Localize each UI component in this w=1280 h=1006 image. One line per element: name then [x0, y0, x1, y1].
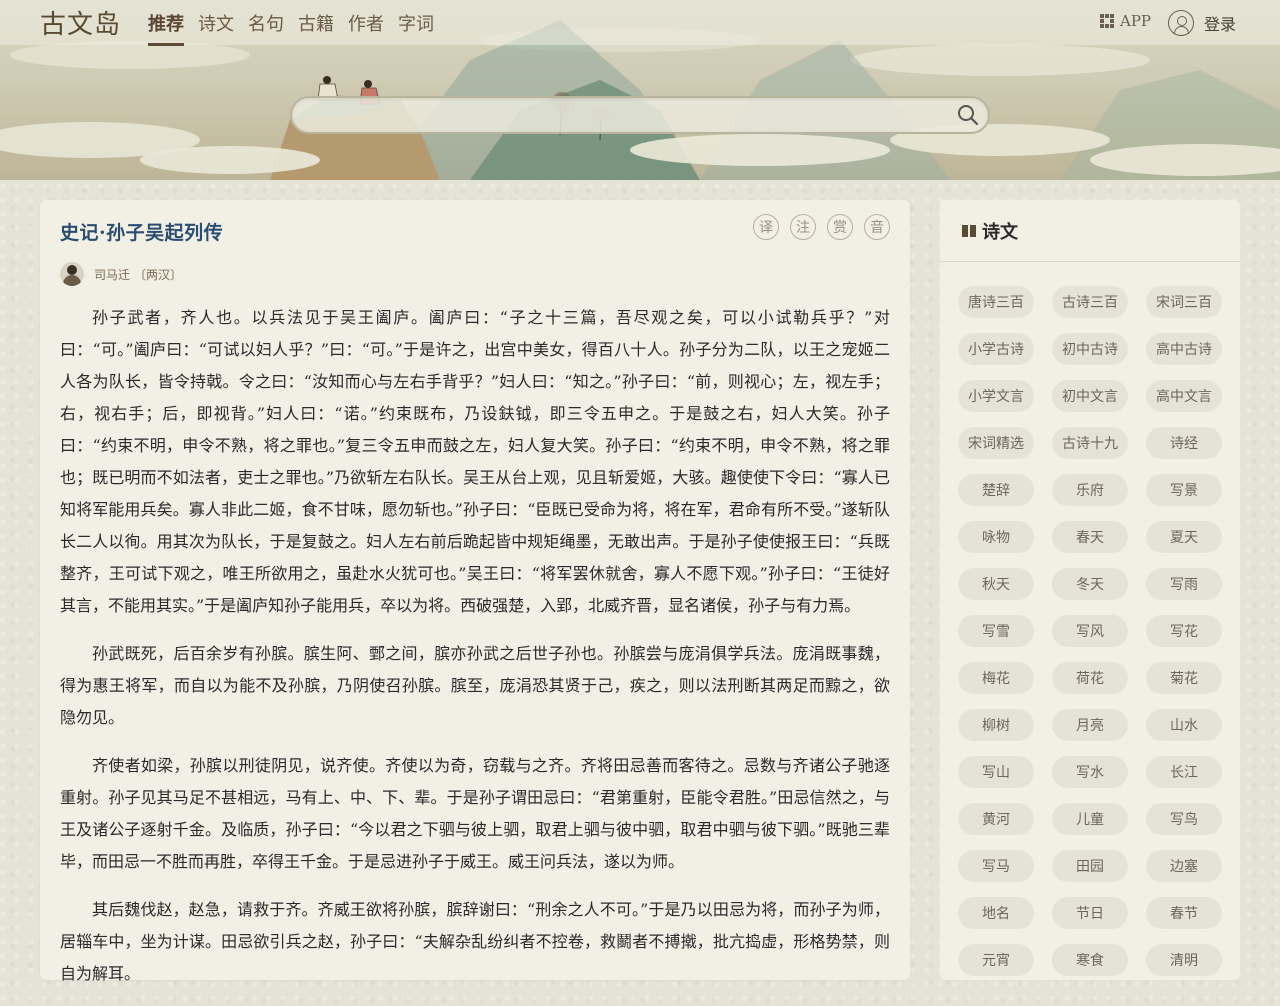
category-tag[interactable]: 古诗三百 — [1052, 286, 1128, 318]
category-tag[interactable]: 冬天 — [1052, 568, 1128, 600]
user-icon — [1168, 10, 1194, 36]
category-tag[interactable]: 长江 — [1146, 756, 1222, 788]
category-tag[interactable]: 春节 — [1146, 897, 1222, 929]
category-tag[interactable]: 高中古诗 — [1146, 333, 1222, 365]
category-tag[interactable]: 写雨 — [1146, 568, 1222, 600]
nav-recommend[interactable]: 推荐 — [148, 10, 184, 46]
article-tools: 译 注 赏 音 — [753, 214, 890, 240]
nav-authors[interactable]: 作者 — [348, 10, 384, 44]
category-tag[interactable]: 宋词精选 — [958, 427, 1034, 459]
category-tag[interactable]: 写鸟 — [1146, 803, 1222, 835]
category-tag[interactable]: 写花 — [1146, 615, 1222, 647]
category-tag[interactable]: 小学古诗 — [958, 333, 1034, 365]
category-tag[interactable]: 古诗十九 — [1052, 427, 1128, 459]
sidebar-title: 诗文 — [982, 221, 1018, 243]
category-tag[interactable]: 节日 — [1052, 897, 1128, 929]
nav-famous-lines[interactable]: 名句 — [248, 10, 284, 44]
nav-ancient-books[interactable]: 古籍 — [298, 10, 334, 44]
category-tag[interactable]: 楚辞 — [958, 474, 1034, 506]
category-tag[interactable]: 宋词三百 — [1146, 286, 1222, 318]
article-title[interactable]: 史记·孙子吴起列传 — [60, 218, 223, 245]
category-tag[interactable]: 柳树 — [958, 709, 1034, 741]
article-paragraph: 齐使者如梁，孙膑以刑徒阴见，说齐使。齐使以为奇，窃载与之齐。齐将田忌善而客待之。… — [60, 756, 890, 871]
search-bar — [290, 96, 990, 134]
author-info: 司马迁 〔两汉〕 — [94, 266, 182, 283]
header-banner: 古文岛 推荐 诗文 名句 古籍 作者 字词 APP 登录 — [0, 0, 1280, 180]
category-tag[interactable]: 元宵 — [958, 944, 1034, 976]
author-dynasty[interactable]: 〔两汉〕 — [134, 268, 182, 282]
category-tag[interactable]: 清明 — [1146, 944, 1222, 976]
category-tag[interactable]: 菊花 — [1146, 662, 1222, 694]
author-line: 司马迁 〔两汉〕 — [60, 262, 182, 286]
category-tag[interactable]: 田园 — [1052, 850, 1128, 882]
article-card: 史记·孙子吴起列传 译 注 赏 音 司马迁 〔两汉〕 孙子武者，齐人也。以兵法见于… — [40, 200, 910, 983]
login-label: 登录 — [1204, 15, 1237, 34]
article-paragraph: 孙子武者，齐人也。以兵法见于吴王阖庐。阖庐曰：“子之十三篇，吾尽观之矣，可以小试… — [60, 308, 890, 615]
annotate-button[interactable]: 注 — [790, 214, 816, 240]
site-logo[interactable]: 古文岛 — [40, 4, 121, 41]
article-paragraph: 其后魏伐赵，赵急，请救于齐。齐威王欲将孙膑，膑辞谢曰：“刑余之人不可。”于是乃以… — [60, 900, 890, 983]
category-tag[interactable]: 春天 — [1052, 521, 1128, 553]
category-tag[interactable]: 边塞 — [1146, 850, 1222, 882]
book-icon — [962, 224, 976, 237]
category-tag[interactable]: 诗经 — [1146, 427, 1222, 459]
category-tag[interactable]: 黄河 — [958, 803, 1034, 835]
category-tag[interactable]: 高中文言 — [1146, 380, 1222, 412]
sidebar-header: 诗文 — [940, 200, 1240, 262]
category-tag[interactable]: 初中古诗 — [1052, 333, 1128, 365]
category-tag[interactable]: 儿童 — [1052, 803, 1128, 835]
category-tag[interactable]: 乐府 — [1052, 474, 1128, 506]
category-tag[interactable]: 梅花 — [958, 662, 1034, 694]
category-tag[interactable]: 咏物 — [958, 521, 1034, 553]
category-tag[interactable]: 写雪 — [958, 615, 1034, 647]
translate-button[interactable]: 译 — [753, 214, 779, 240]
nav-dictionary[interactable]: 字词 — [398, 10, 434, 44]
category-tag[interactable]: 写马 — [958, 850, 1034, 882]
nav-poems[interactable]: 诗文 — [198, 10, 234, 44]
category-tag[interactable]: 夏天 — [1146, 521, 1222, 553]
sidebar-card: 诗文 唐诗三百 古诗三百 宋词三百小学古诗 初中古诗 高中古诗小学文言 初中文言 高中文言宋… — [940, 200, 1240, 980]
author-avatar[interactable] — [60, 262, 84, 286]
article-content: 孙子武者，齐人也。以兵法见于吴王阖庐。阖庐曰：“子之十三篇，吾尽观之矣，可以小试… — [60, 302, 890, 1006]
main-nav: 推荐 诗文 名句 古籍 作者 字词 — [148, 10, 434, 46]
category-tags: 唐诗三百 古诗三百 宋词三百小学古诗 初中古诗 高中古诗小学文言 初中文言 高中文言宋词精选… — [958, 286, 1228, 976]
app-download-link[interactable]: APP — [1100, 12, 1151, 30]
category-tag[interactable]: 唐诗三百 — [958, 286, 1034, 318]
category-tag[interactable]: 地名 — [958, 897, 1034, 929]
category-tag[interactable]: 寒食 — [1052, 944, 1128, 976]
article-paragraph: 孙武既死，后百余岁有孙膑。膑生阿、鄄之间，膑亦孙武之后世子孙也。孙膑尝与庞涓俱学… — [60, 644, 890, 727]
app-label: APP — [1120, 12, 1152, 30]
category-tag[interactable]: 月亮 — [1052, 709, 1128, 741]
audio-button[interactable]: 音 — [864, 214, 890, 240]
login-button[interactable]: 登录 — [1168, 10, 1236, 36]
category-tag[interactable]: 山水 — [1146, 709, 1222, 741]
appreciate-button[interactable]: 赏 — [827, 214, 853, 240]
search-icon[interactable] — [956, 103, 980, 127]
search-input[interactable] — [292, 98, 932, 132]
top-navbar: 古文岛 推荐 诗文 名句 古籍 作者 字词 APP 登录 — [0, 0, 1280, 46]
category-tag[interactable]: 荷花 — [1052, 662, 1128, 694]
category-tag[interactable]: 写景 — [1146, 474, 1222, 506]
category-tag[interactable]: 写水 — [1052, 756, 1128, 788]
category-tag[interactable]: 写风 — [1052, 615, 1128, 647]
qr-code-icon — [1100, 14, 1114, 28]
author-name[interactable]: 司马迁 — [94, 268, 130, 282]
category-tag[interactable]: 秋天 — [958, 568, 1034, 600]
category-tag[interactable]: 初中文言 — [1052, 380, 1128, 412]
category-tag[interactable]: 写山 — [958, 756, 1034, 788]
category-tag[interactable]: 小学文言 — [958, 380, 1034, 412]
